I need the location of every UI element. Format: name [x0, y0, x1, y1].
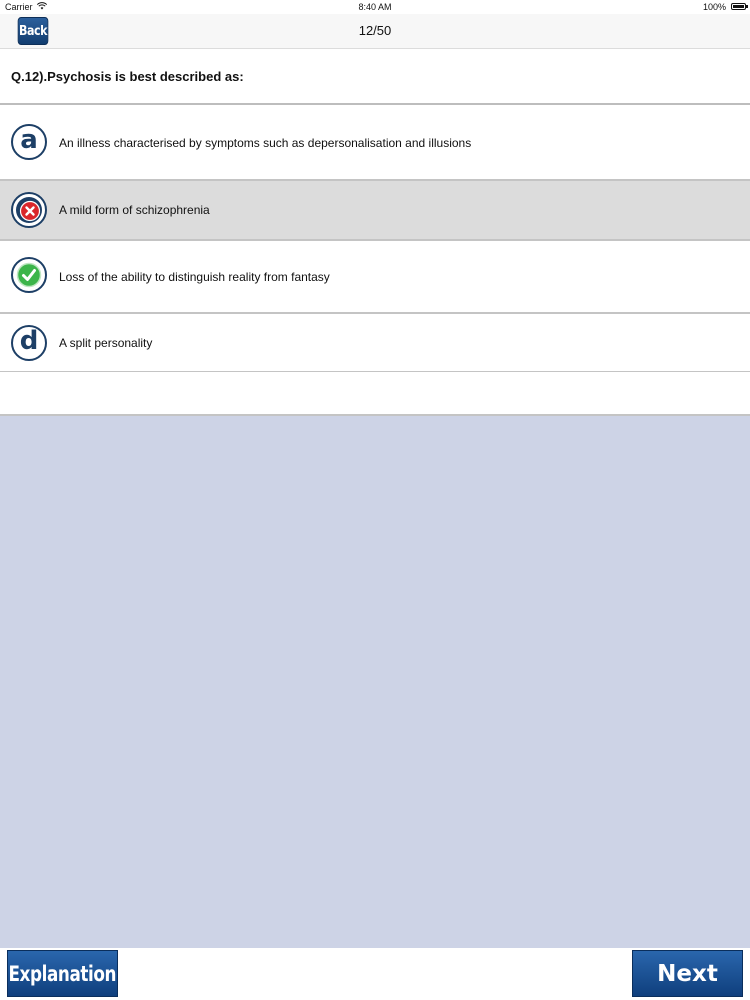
status-bar: Carrier 8:40 AM 100%	[0, 0, 750, 14]
answer-option-a[interactable]: a An illness characterised by symptoms s…	[0, 105, 750, 181]
answer-option-label: An illness characterised by symptoms suc…	[59, 136, 472, 150]
answer-option-c[interactable]: Loss of the ability to distinguish reali…	[0, 241, 750, 314]
answer-option-b[interactable]: A mild form of schizophrenia	[0, 181, 750, 241]
answer-option-d[interactable]: d A split personality	[0, 314, 750, 373]
letter-d-icon: d	[11, 325, 47, 361]
incorrect-x-icon	[11, 192, 47, 228]
next-button[interactable]: Next	[632, 950, 743, 997]
quiz-screen: Carrier 8:40 AM 100% Back 12/50 Q.12).Ps…	[0, 0, 750, 1000]
correct-check-icon	[11, 257, 47, 293]
bottom-toolbar: Explanation Next	[0, 948, 750, 1000]
explanation-button[interactable]: Explanation	[7, 950, 118, 997]
question-text: Q.12).Psychosis is best described as:	[11, 69, 244, 84]
navigation-bar: Back 12/50	[0, 14, 750, 49]
letter-a-icon: a	[11, 124, 47, 160]
battery-icon	[731, 3, 748, 10]
answer-option-label: A split personality	[59, 336, 153, 350]
blank-row	[0, 372, 750, 416]
question-header: Q.12).Psychosis is best described as:	[0, 49, 750, 105]
empty-content-area	[0, 416, 750, 948]
answer-option-label: A mild form of schizophrenia	[59, 203, 210, 217]
clock-time: 8:40 AM	[358, 2, 392, 12]
answer-option-label: Loss of the ability to distinguish reali…	[59, 270, 330, 284]
question-counter: 12/50	[358, 23, 392, 38]
battery-percentage: 100%	[702, 2, 726, 12]
